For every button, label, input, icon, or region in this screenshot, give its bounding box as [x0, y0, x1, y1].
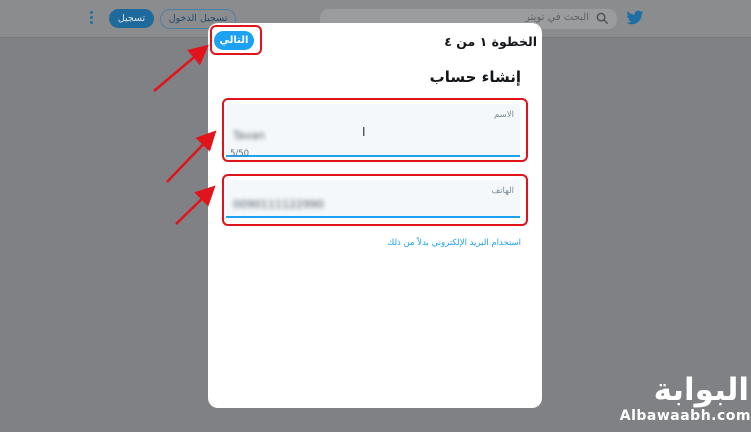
site-watermark-logo: البوابة Albawaabh.com	[603, 372, 751, 432]
watermark-arabic: البوابة	[653, 372, 750, 408]
arrow-to-next-button	[153, 44, 209, 92]
annotation-arrows	[153, 44, 217, 225]
arrow-to-phone-field	[175, 185, 216, 225]
watermark-latin: Albawaabh.com	[619, 408, 751, 424]
arrow-to-name-field	[166, 130, 217, 183]
